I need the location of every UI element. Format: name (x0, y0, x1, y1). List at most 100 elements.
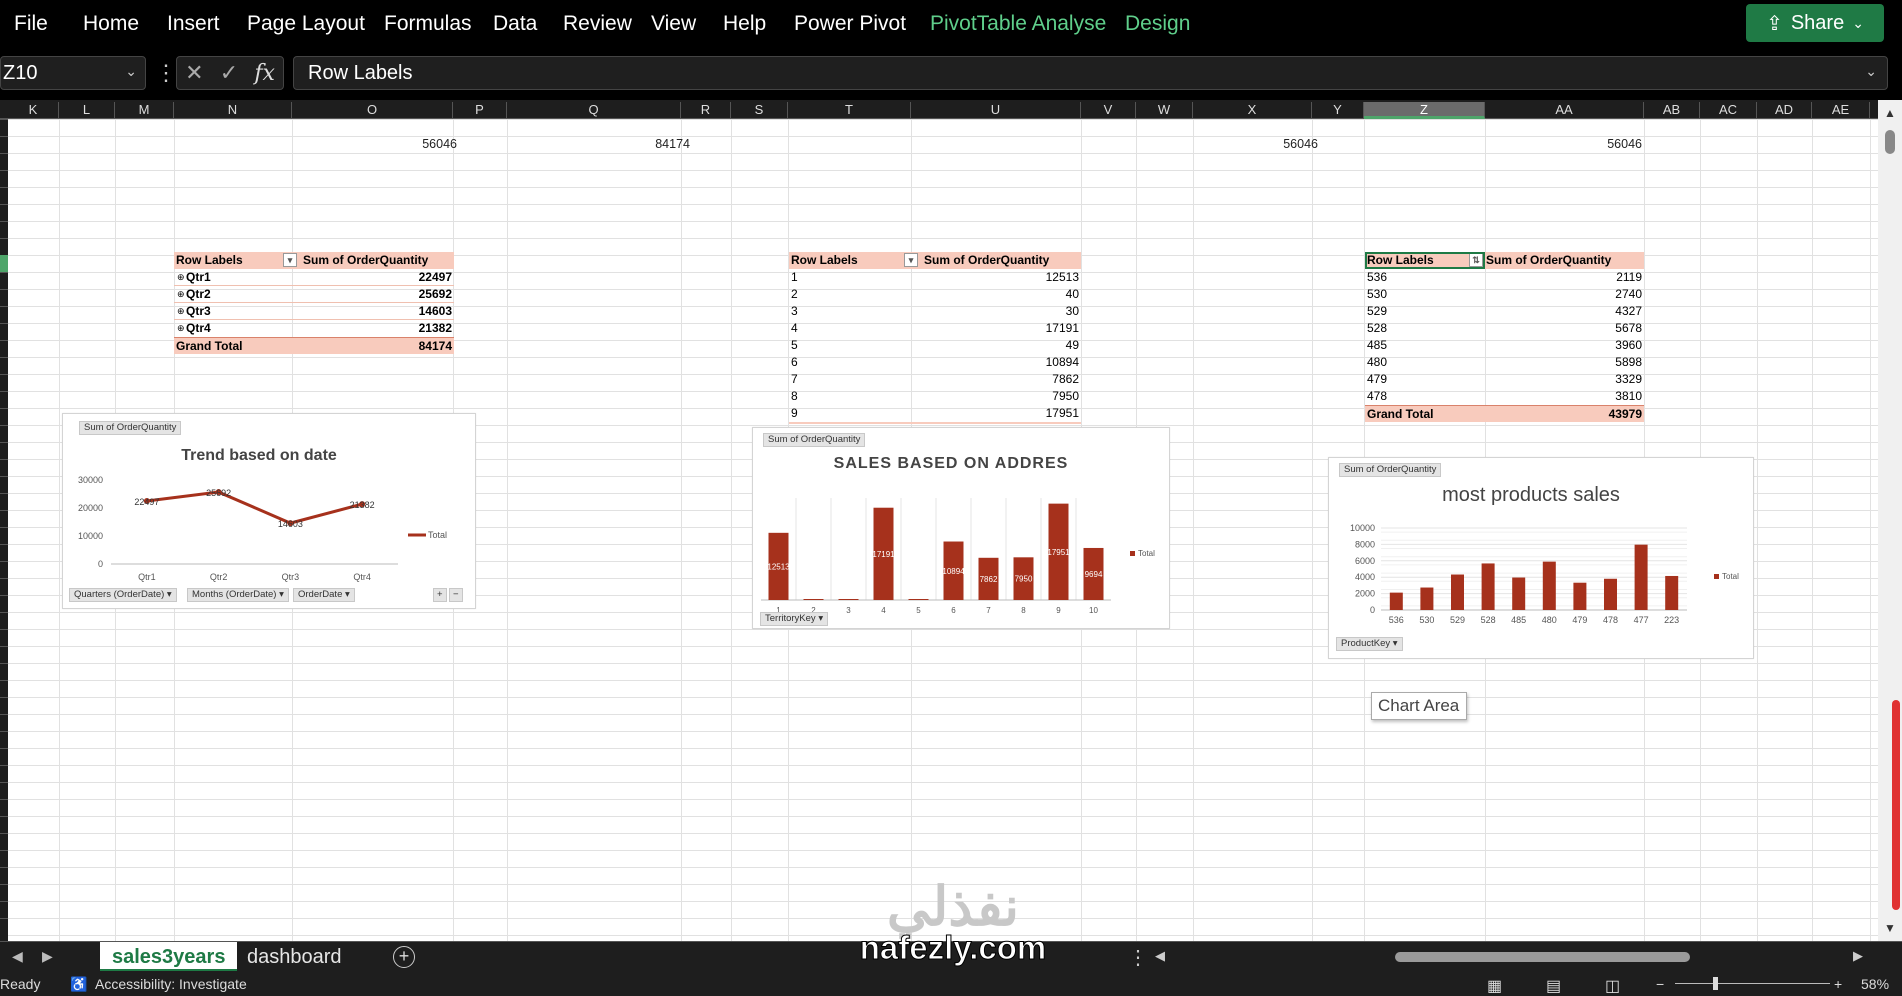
cancel-icon[interactable]: ✕ (185, 60, 203, 86)
expand-formula-bar-icon[interactable]: ⌄ (1865, 63, 1877, 80)
zoom-slider-knob[interactable] (1713, 977, 1718, 990)
row-header[interactable] (0, 646, 8, 647)
column-header-ad[interactable]: AD (1757, 102, 1812, 119)
row-header[interactable] (0, 170, 8, 171)
axis-field-button[interactable]: TerritoryKey ▾ (760, 612, 829, 626)
enter-icon[interactable]: ✓ (220, 60, 238, 86)
pivot-row[interactable]: 529 4327 (1365, 303, 1644, 320)
row-header[interactable] (0, 357, 8, 358)
row-header[interactable] (0, 816, 8, 817)
pivot-row[interactable]: 9 17951 (789, 405, 1081, 422)
expand-icon[interactable]: ⊕ (177, 303, 185, 320)
more-options-icon[interactable]: ⋮ (1128, 945, 1148, 970)
column-header-l[interactable]: L (59, 102, 115, 119)
pivot-row[interactable]: 530 2740 (1365, 286, 1644, 303)
row-header[interactable] (0, 629, 8, 630)
add-sheet-icon[interactable]: + (393, 946, 415, 968)
filter-dropdown-icon[interactable]: ▾ (904, 253, 918, 267)
row-header[interactable] (0, 714, 8, 715)
column-header-ae[interactable]: AE (1812, 102, 1870, 119)
pivot-row[interactable]: 2 40 (789, 286, 1081, 303)
column-header-m[interactable]: M (115, 102, 174, 119)
sheet-tab-sales3years[interactable]: sales3years (100, 942, 238, 972)
column-header-u[interactable]: U (911, 102, 1081, 119)
axis-field-button[interactable]: ProductKey ▾ (1336, 637, 1403, 651)
row-header[interactable] (0, 663, 8, 664)
accessibility-icon[interactable]: ♿ (70, 976, 87, 993)
expand-field-icon[interactable]: + (433, 588, 447, 602)
row-header[interactable] (0, 255, 8, 272)
tab-page-layout[interactable]: Page Layout (247, 12, 365, 36)
more-options-icon[interactable]: ⋮ (155, 60, 177, 86)
scroll-thumb[interactable] (1885, 130, 1895, 154)
tab-review[interactable]: Review (563, 12, 632, 36)
row-header[interactable] (0, 799, 8, 800)
pivot-row[interactable]: ⊕ Qtr2 25692 (174, 286, 454, 303)
column-header-s[interactable]: S (731, 102, 788, 119)
pivot-table-products[interactable]: Row Labels ⇅ Sum of OrderQuantity 536 211… (1365, 252, 1644, 422)
column-header-v[interactable]: V (1081, 102, 1136, 119)
row-header[interactable] (0, 289, 8, 290)
row-header[interactable] (0, 680, 8, 681)
next-sheet-icon[interactable]: ▶ (42, 948, 53, 965)
pivot-row[interactable]: 5 49 (789, 337, 1081, 354)
row-header[interactable] (0, 918, 8, 919)
row-header[interactable] (0, 238, 8, 239)
row-header[interactable] (0, 272, 8, 273)
column-header-aa[interactable]: AA (1485, 102, 1644, 119)
row-header[interactable] (0, 850, 8, 851)
page-break-view-icon[interactable]: ◫ (1605, 976, 1620, 996)
chevron-down-icon[interactable]: ⌄ (125, 63, 137, 80)
row-header[interactable] (0, 612, 8, 613)
pivot-row[interactable]: 7 7862 (789, 371, 1081, 388)
column-header-q[interactable]: Q (507, 102, 681, 119)
axis-field-button[interactable]: OrderDate ▾ (293, 588, 355, 602)
pivot-row[interactable]: 536 2119 (1365, 269, 1644, 286)
expand-icon[interactable]: ⊕ (177, 269, 185, 286)
row-header[interactable] (0, 748, 8, 749)
zoom-out-icon[interactable]: − (1656, 976, 1664, 992)
row-header[interactable] (0, 187, 8, 188)
row-header[interactable] (0, 510, 8, 511)
pivot-row[interactable]: 480 5898 (1365, 354, 1644, 371)
column-header-x[interactable]: X (1193, 102, 1312, 119)
row-header[interactable] (0, 306, 8, 307)
scroll-up-icon[interactable]: ▲ (1884, 106, 1896, 120)
sheet-tab-dashboard[interactable]: dashboard (235, 942, 354, 972)
row-header[interactable] (0, 442, 8, 443)
row-header[interactable] (0, 119, 8, 120)
pivot-chart-territory[interactable]: Sum of OrderQuantity SALES BASED ON ADDR… (752, 427, 1170, 629)
expand-icon[interactable]: ⊕ (177, 286, 185, 303)
scroll-right-icon[interactable]: ▶ (1853, 948, 1863, 964)
axis-field-button[interactable]: Months (OrderDate) ▾ (187, 588, 289, 602)
pivot-chart-products[interactable]: Sum of OrderQuantity most products sales… (1328, 457, 1754, 659)
pivot-row[interactable]: 6 10894 (789, 354, 1081, 371)
column-header-n[interactable]: N (174, 102, 292, 119)
column-header-r[interactable]: R (681, 102, 731, 119)
name-box[interactable]: Z10 ⌄ (0, 56, 146, 90)
expand-icon[interactable]: ⊕ (177, 320, 185, 337)
row-header[interactable] (0, 204, 8, 205)
cell-aa2[interactable]: 56046 (1484, 136, 1642, 153)
row-header[interactable] (0, 731, 8, 732)
scroll-thumb[interactable] (1395, 952, 1690, 962)
row-header[interactable] (0, 323, 8, 324)
tab-data[interactable]: Data (493, 12, 537, 36)
row-header[interactable] (0, 493, 8, 494)
row-header[interactable] (0, 544, 8, 545)
row-header[interactable] (0, 459, 8, 460)
cell-x2[interactable]: 56046 (1195, 136, 1318, 153)
pivot-row[interactable]: 485 3960 (1365, 337, 1644, 354)
pivot-table-territory[interactable]: Row Labels ▾ Sum of OrderQuantity 1 12513… (789, 252, 1081, 424)
scroll-down-icon[interactable]: ▼ (1884, 921, 1896, 935)
pivot-table-quarters[interactable]: Row Labels ▾ Sum of OrderQuantity ⊕ Qtr1 2… (174, 252, 454, 354)
row-header[interactable] (0, 374, 8, 375)
row-header[interactable] (0, 153, 8, 154)
row-header[interactable] (0, 391, 8, 392)
row-header[interactable] (0, 782, 8, 783)
collapse-field-icon[interactable]: − (449, 588, 463, 602)
normal-view-icon[interactable]: ▦ (1487, 976, 1502, 996)
cell-q2[interactable]: 84174 (550, 136, 690, 153)
accessibility-status[interactable]: Accessibility: Investigate (95, 976, 247, 992)
row-header[interactable] (0, 867, 8, 868)
